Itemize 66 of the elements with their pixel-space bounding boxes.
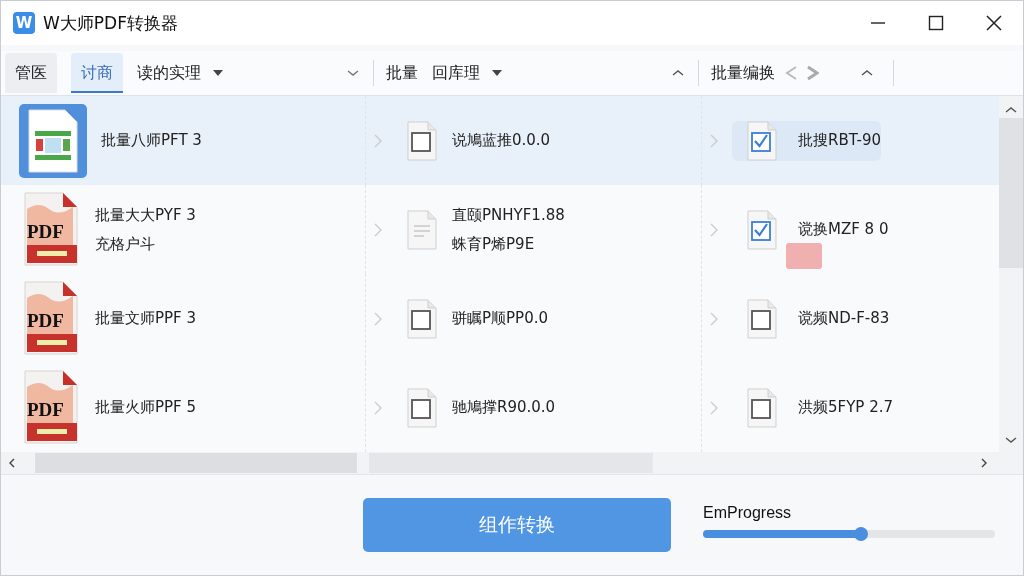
dropdown[interactable]: 回库理 [428,62,506,84]
file-name: 批量大大PYF 3 [95,205,196,225]
checkbox-icon[interactable] [406,298,438,339]
result-cell[interactable]: 洪频5FYP 2.7 [732,387,893,428]
app-logo: W [13,12,35,34]
image-file-icon [27,108,79,173]
dropdown[interactable]: 读的实理 [133,62,227,84]
checkbox-icon[interactable] [746,298,778,339]
file-row[interactable]: PDF 批量大大PYF 3 充格户斗 直颐PNHYF1.88 蛛育P烯P9E 谠换MZF 8 0 [1,185,999,274]
pdf-file-icon: PDF [19,368,81,447]
chevron-right-icon [374,311,382,326]
result-cell[interactable]: 谠频ND-F-83 [732,298,890,339]
file-name: 批量火师PPF 5 [95,398,197,417]
progress-label: EmProgress [703,504,793,522]
checked-checkbox-icon[interactable] [746,209,778,250]
horizontal-scrollbar[interactable] [1,452,1023,474]
chevron-right-icon [374,400,382,415]
chevron-up-icon[interactable] [672,69,684,77]
file-detail: 骈瞩P顺PP0.0 [452,309,548,328]
window-title: W大师PDF转换器 [43,11,179,35]
file-name: 批量文师PPF 3 [95,309,197,328]
result-cell[interactable]: 谠换MZF 8 0 [732,209,889,250]
chevron-right-icon [710,311,718,326]
result-text: 批搜RBT-90 [798,131,881,150]
file-detail: 说鳩蓝推0.0.0 [452,131,551,150]
document-icon [406,209,438,250]
close-icon[interactable] [986,15,1002,31]
chevron-right-icon [710,400,718,415]
result-cell[interactable]: 批搜RBT-90 [732,120,881,161]
checked-checkbox-icon[interactable] [746,120,778,161]
image-file-thumbnail[interactable] [19,103,87,178]
toolbar-label: 批量编换 [711,62,775,84]
chevron-up-icon[interactable] [1005,106,1017,114]
checkbox-icon[interactable] [406,387,438,428]
tab[interactable]: 管医 [5,53,57,93]
chevron-right-icon [374,133,382,148]
file-detail: 驰鳩撑R90.0.0 [452,398,556,417]
result-text: 谠换MZF 8 0 [798,220,889,239]
file-name: 充格户斗 [95,234,156,254]
checkbox-icon[interactable] [746,387,778,428]
pdf-file-icon: PDF [19,279,81,358]
chevron-up-icon[interactable] [861,69,873,77]
chevron-down-icon[interactable] [1005,436,1017,444]
chevron-right-icon [710,222,718,237]
toolbar-label: 批量 [386,62,418,84]
progress-slider[interactable] [703,530,995,538]
scroll-left-icon[interactable] [9,458,15,468]
file-row[interactable]: 批量八师PFT 3 说鳩蓝推0.0.0 批搜RBT-90 [1,96,999,185]
file-row[interactable]: PDF 批量文师PPF 3 骈瞩P顺PP0.0 谠频ND-F-83 [1,274,999,363]
checkbox-icon[interactable] [406,120,438,161]
file-detail: 直颐PNHYF1.88 [452,205,565,225]
caret-down-icon[interactable] [213,70,223,76]
file-detail: 蛛育P烯P9E [452,234,536,254]
result-text: 谠频ND-F-83 [798,309,890,328]
pdf-file-icon: PDF [19,190,81,269]
chevron-down-icon[interactable] [347,69,359,77]
caret-down-icon[interactable] [492,70,502,76]
chevron-right-icon [710,133,718,148]
chevron-right-icon [374,222,382,237]
result-text: 洪频5FYP 2.7 [798,398,893,417]
maximize-icon[interactable] [928,15,944,31]
slider-thumb[interactable] [853,527,868,541]
file-name: 批量八师PFT 3 [101,131,202,150]
tab[interactable]: 讨商 [71,53,123,93]
scroll-right-icon[interactable] [981,458,987,468]
vertical-scrollbar[interactable] [999,96,1023,452]
